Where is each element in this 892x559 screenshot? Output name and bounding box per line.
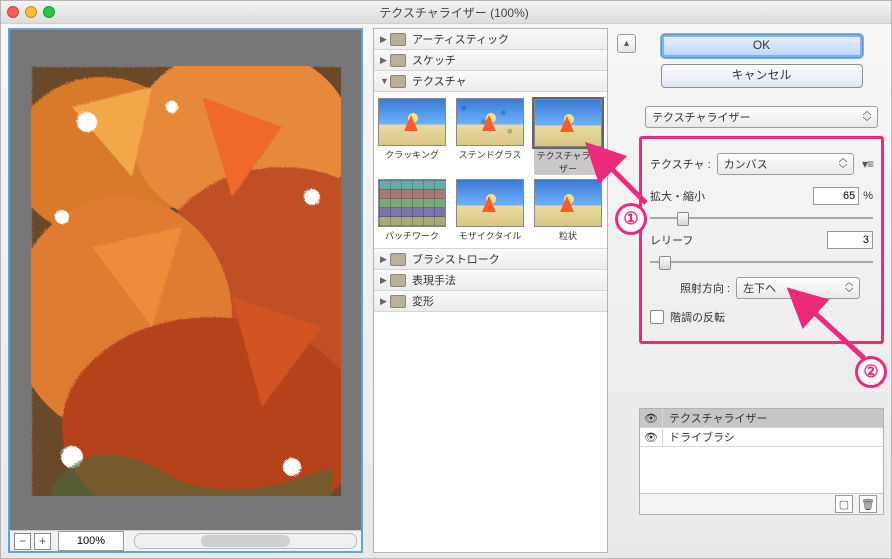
light-select[interactable]: 左下へ xyxy=(736,277,860,299)
traffic-lights xyxy=(7,6,55,18)
scale-label: 拡大・縮小 xyxy=(650,188,705,204)
filter-texturizer[interactable]: テクスチャライザー xyxy=(534,98,602,175)
category-artistic[interactable]: ▶アーティスティック xyxy=(374,29,607,50)
folder-icon xyxy=(390,253,406,266)
filter-grain[interactable]: 粒状 xyxy=(534,179,602,242)
thumb-label: テクスチャライザー xyxy=(537,151,600,174)
eye-icon: 👁 xyxy=(644,431,658,444)
preview-image xyxy=(31,66,341,496)
thumb-label: ステンドグラス xyxy=(459,150,522,160)
light-select-value: 左下へ xyxy=(743,280,776,296)
category-label: 変形 xyxy=(412,293,434,309)
cancel-button[interactable]: キャンセル xyxy=(661,64,863,88)
folder-icon xyxy=(390,33,406,46)
page-icon: ▢ xyxy=(839,498,849,511)
category-label: スケッチ xyxy=(412,52,456,68)
effect-layers-toolbar: ▢ 🗑 xyxy=(640,493,883,514)
folder-icon xyxy=(390,54,406,67)
trash-icon: 🗑 xyxy=(861,498,875,511)
category-sketch[interactable]: ▶スケッチ xyxy=(374,50,607,71)
controls-panel: ▴ OK キャンセル テクスチャライザー テクスチャ : カンバス ▾≡ 拡大・… xyxy=(639,28,884,553)
category-texture[interactable]: ▼テクスチャ xyxy=(374,71,607,92)
zoom-in-button[interactable]: + xyxy=(34,533,51,550)
filter-mosaic-tiles[interactable]: モザイクタイル xyxy=(456,179,524,242)
ok-button[interactable]: OK xyxy=(661,34,863,58)
preview-panel: − + xyxy=(8,28,363,553)
filter-patchwork[interactable]: パッチワーク xyxy=(378,179,446,242)
thumb-label: クラッキング xyxy=(385,150,439,160)
category-distort[interactable]: ▶変形 xyxy=(374,291,607,312)
invert-checkbox[interactable] xyxy=(650,310,664,324)
category-brush-strokes[interactable]: ▶ブラシストローク xyxy=(374,249,607,270)
flyout-menu-icon[interactable]: ▾≡ xyxy=(854,157,873,171)
filter-select-value: テクスチャライザー xyxy=(652,109,751,125)
effect-layer-row[interactable]: 👁 ドライブラシ xyxy=(640,428,883,447)
category-label: 表現手法 xyxy=(412,272,456,288)
collapse-button[interactable]: ▴ xyxy=(617,34,636,53)
zoom-field[interactable] xyxy=(58,531,124,551)
scale-unit: % xyxy=(863,190,873,202)
category-label: アーティスティック xyxy=(412,31,509,47)
preview-toolbar: − + xyxy=(10,530,361,551)
relief-field[interactable] xyxy=(827,231,873,249)
titlebar: テクスチャライザー (100%) xyxy=(1,1,891,24)
filter-stained-glass[interactable]: ステンドグラス xyxy=(456,98,524,175)
scale-field[interactable] xyxy=(813,187,859,205)
texture-label: テクスチャ : xyxy=(650,156,711,172)
folder-icon xyxy=(390,75,406,88)
preview-scrollbar[interactable] xyxy=(134,533,357,549)
visibility-toggle[interactable]: 👁 xyxy=(640,409,663,427)
texture-thumbnails: クラッキング ステンドグラス テクスチャライザー パッチワーク モザイクタイル … xyxy=(374,92,607,249)
category-label: ブラシストローク xyxy=(412,251,500,267)
invert-label: 階調の反転 xyxy=(670,309,725,325)
texture-select[interactable]: カンバス xyxy=(717,153,854,175)
delete-effect-layer-button[interactable]: 🗑 xyxy=(859,495,877,513)
close-icon[interactable] xyxy=(7,6,19,18)
filter-craquelure[interactable]: クラッキング xyxy=(378,98,446,175)
effect-layer-name: テクスチャライザー xyxy=(663,410,883,426)
effect-layer-row[interactable]: 👁 テクスチャライザー xyxy=(640,409,883,428)
folder-icon xyxy=(390,295,406,308)
scale-slider[interactable] xyxy=(650,211,873,225)
thumb-label: パッチワーク xyxy=(385,231,439,241)
category-label: テクスチャ xyxy=(412,73,467,89)
window-title: テクスチャライザー (100%) xyxy=(63,4,885,21)
relief-slider[interactable] xyxy=(650,255,873,269)
light-label: 照射方向 : xyxy=(680,280,730,296)
eye-icon: 👁 xyxy=(644,412,658,425)
filter-select[interactable]: テクスチャライザー xyxy=(645,106,878,128)
relief-label: レリーフ xyxy=(650,232,693,248)
effect-layer-name: ドライブラシ xyxy=(663,429,883,445)
filter-gallery-window: テクスチャライザー (100%) xyxy=(0,0,892,559)
new-effect-layer-button[interactable]: ▢ xyxy=(835,495,853,513)
zoom-icon[interactable] xyxy=(43,6,55,18)
texture-select-value: カンバス xyxy=(724,156,768,172)
filter-params: テクスチャ : カンバス ▾≡ 拡大・縮小 % レリーフ 照射方向 : 左下へ xyxy=(639,136,884,344)
folder-icon xyxy=(390,274,406,287)
preview-viewport[interactable] xyxy=(10,30,361,531)
effect-layers: 👁 テクスチャライザー 👁 ドライブラシ ▢ 🗑 xyxy=(639,408,884,515)
thumb-label: 粒状 xyxy=(559,231,577,241)
category-stylize[interactable]: ▶表現手法 xyxy=(374,270,607,291)
thumb-label: モザイクタイル xyxy=(459,231,521,241)
zoom-out-button[interactable]: − xyxy=(14,533,31,550)
filter-categories: ▶アーティスティック ▶スケッチ ▼テクスチャ クラッキング ステンドグラス テ… xyxy=(373,28,608,553)
annotation-badge-2: ② xyxy=(855,356,887,388)
minimize-icon[interactable] xyxy=(25,6,37,18)
visibility-toggle[interactable]: 👁 xyxy=(640,428,663,446)
annotation-badge-1: ① xyxy=(615,203,647,235)
